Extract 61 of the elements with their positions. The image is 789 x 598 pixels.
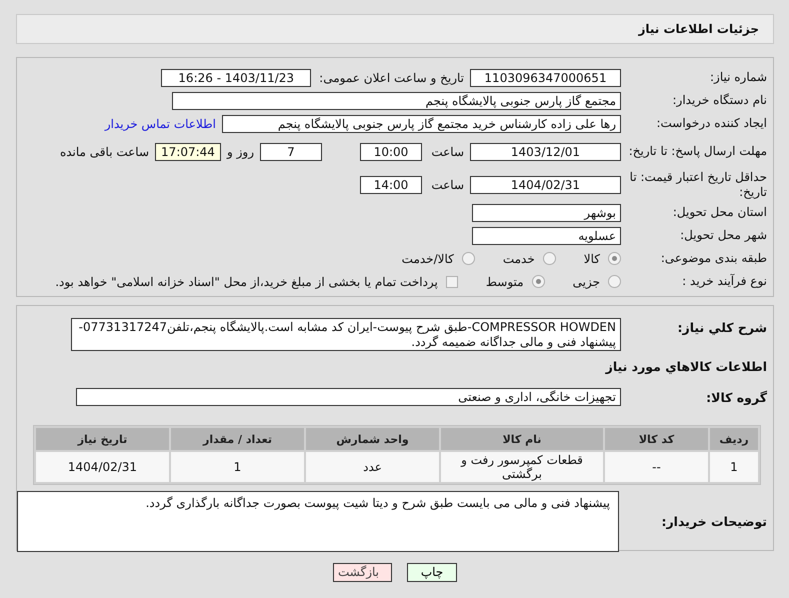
payment-checkbox[interactable]: پرداخت تمام یا بخشی از مبلغ خرید،از محل "اسناد خزانه اسلامی" خواهد بود.	[55, 274, 458, 288]
field-label: طبقه بندی موضوعی:	[660, 251, 767, 266]
column-header: واحد شمارش	[306, 428, 439, 450]
buyer-notes-field[interactable]: پیشنهاد فنی و مالی می بایست طبق شرح و دیتا شیت پیوست بصورت جداگانه بارگذاری گردد.	[17, 491, 619, 552]
validity-time-field[interactable]: 14:00	[360, 176, 422, 194]
process-radio[interactable]: جزیی	[572, 274, 621, 288]
field-label: شهر محل تحویل:	[679, 228, 767, 243]
time-label: ساعت	[430, 144, 464, 158]
column-header: نام کالا	[441, 428, 603, 450]
column-header: تعداد / مقدار	[171, 428, 304, 450]
validity-date-field[interactable]: 1404/02/31	[470, 176, 621, 194]
table-cell: --	[605, 452, 708, 482]
column-header: ردیف	[710, 428, 758, 450]
radio-icon[interactable]	[542, 252, 556, 265]
table-cell: 1404/02/31	[36, 452, 169, 482]
radio-icon[interactable]	[608, 275, 621, 288]
field-label: نوع فرآیند خرید :	[681, 274, 767, 289]
field-label: مهلت ارسال پاسخ: تا تاریخ:	[628, 144, 767, 159]
announce-date-field[interactable]: 1403/11/23 - 16:26	[161, 68, 312, 86]
table-cell: قطعات کمپرسور رفت و برگشتی	[441, 452, 603, 482]
field-label: ایجاد کننده درخواست:	[655, 116, 767, 131]
description-field[interactable]: COMPRESSOR HOWDEN-طبق شرح پیوست-ایران کد مشابه است.پالایشگاه پنجم،تلفن07731317247- پیشنهاد فنی و مالی جداگانه ضمیمه گردد.	[71, 318, 621, 351]
process-radio[interactable]: متوسط	[486, 274, 545, 288]
column-header: کد کالا	[605, 428, 708, 450]
field-label: نام دستگاه خریدار:	[672, 93, 767, 108]
page-title: جزئیات اطلاعات نیاز	[638, 22, 759, 36]
field-label: شماره نیاز:	[709, 70, 767, 85]
deadline-date-field[interactable]: 1403/12/01	[470, 142, 621, 160]
radio-icon[interactable]	[462, 252, 475, 265]
buyer-field[interactable]: مجتمع گاز پارس جنوبی پالایشگاه پنجم	[172, 92, 621, 110]
back-button[interactable]: بازگشت	[333, 563, 392, 582]
requester-field[interactable]: رها علی زاده کارشناس خرید مجتمع گاز پارس جنوبی پالایشگاه پنجم	[222, 114, 621, 132]
days-field[interactable]: 7	[260, 142, 322, 160]
days-label: روز و	[227, 144, 254, 158]
field-label: استان محل تحویل:	[672, 205, 767, 220]
province-field[interactable]: بوشهر	[472, 204, 621, 222]
deadline-time-field[interactable]: 10:00	[360, 142, 422, 160]
goods-group-field[interactable]: تجهیزات خانگی، اداری و صنعتی	[76, 388, 621, 406]
time-label: ساعت	[430, 178, 464, 192]
field-label: تاریخ و ساعت اعلان عمومی:	[319, 70, 464, 84]
field-label: شرح کلي نیاز:	[676, 319, 767, 335]
category-radio[interactable]: خدمت	[502, 252, 556, 266]
table-cell: 1	[171, 452, 304, 482]
section-heading: اطلاعات کالاهاي مورد نیاز	[604, 358, 767, 376]
radio-icon[interactable]	[532, 275, 545, 288]
checkbox-icon[interactable]	[446, 276, 458, 288]
print-button[interactable]: چاپ	[407, 563, 457, 582]
category-radio[interactable]: کالا/خدمت	[402, 252, 475, 266]
table-cell: عدد	[306, 452, 439, 482]
city-field[interactable]: عسلویه	[472, 226, 621, 244]
buyer-contact-link[interactable]: اطلاعات تماس خریدار	[104, 116, 216, 130]
need-number-field[interactable]: 1103096347000651	[470, 68, 621, 86]
column-header: تاریخ نیاز	[36, 428, 169, 450]
table-cell: 1	[710, 452, 758, 482]
field-label: گروه کالا:	[705, 390, 767, 404]
radio-icon[interactable]	[608, 252, 621, 265]
remaining-label: ساعت باقی مانده	[60, 144, 149, 158]
field-label: توضیحات خریدار:	[660, 514, 767, 529]
category-radio[interactable]: کالا	[584, 252, 621, 266]
remaining-time-field[interactable]: 17:07:44	[155, 142, 221, 160]
field-label: حداقل تاریخ اعتبار قیمت: تا تاریخ:	[628, 170, 767, 199]
